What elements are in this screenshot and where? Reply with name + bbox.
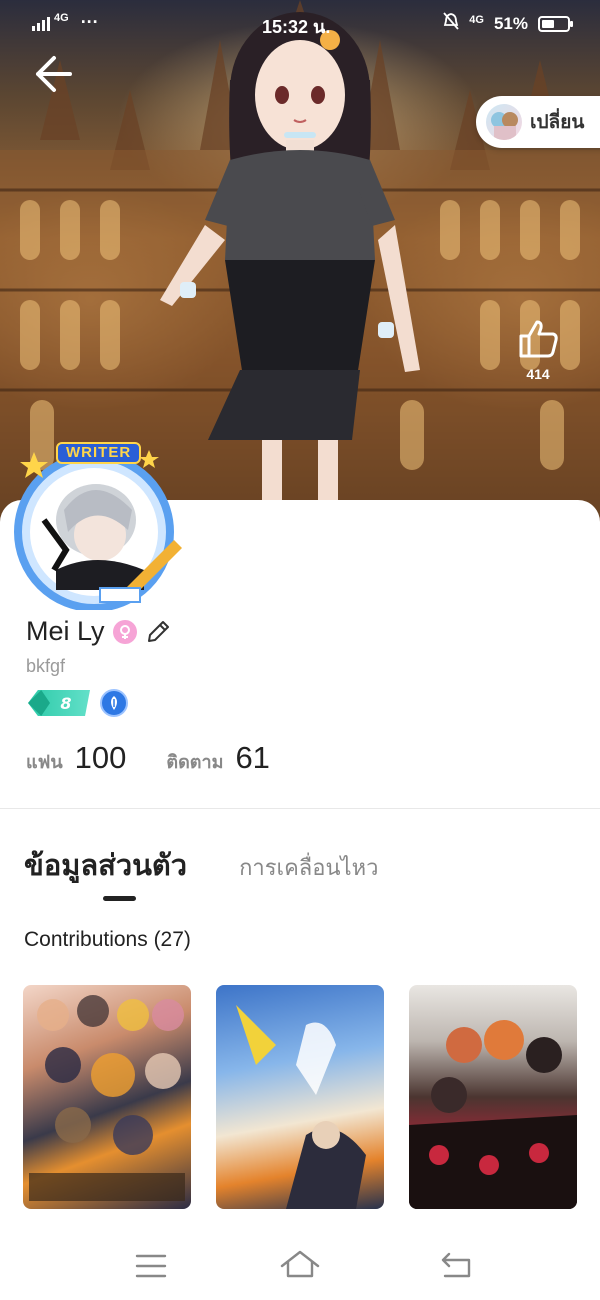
change-button-label: เปลี่ยน: [530, 111, 585, 133]
fans-label: แฟน: [26, 752, 63, 772]
status-bar: 4G ··· 15:32 น. 4G 51%: [0, 0, 600, 44]
home-icon: [280, 1250, 320, 1278]
character-thumbnail: [486, 104, 522, 140]
fans-count[interactable]: 100: [75, 740, 127, 776]
tab-activity[interactable]: การเคลื่อนไหว: [239, 850, 378, 885]
profile-tabs: ข้อมูลส่วนตัว การเคลื่อนไหว: [24, 842, 378, 888]
avatar-frame: [14, 450, 182, 612]
active-tab-indicator: [103, 896, 136, 901]
section-divider: [0, 808, 600, 809]
pencil-icon[interactable]: [145, 619, 171, 645]
return-button[interactable]: [437, 1248, 477, 1284]
home-button[interactable]: [280, 1248, 320, 1284]
contributions-list: [23, 985, 583, 1225]
like-count: 414: [526, 366, 550, 382]
return-icon: [441, 1252, 471, 1278]
more-dots: ···: [80, 12, 99, 32]
profile-name: Mei Ly: [26, 616, 105, 646]
following-label: ติดตาม: [166, 752, 224, 772]
mute-bell-icon: [443, 12, 459, 35]
battery-percent: 51%: [493, 13, 528, 33]
signal-icon: [32, 15, 50, 31]
level-badge[interactable]: 8: [28, 690, 90, 716]
level-value: 8: [60, 693, 72, 713]
badge-row: 8: [28, 689, 128, 717]
like-button[interactable]: 414: [504, 316, 572, 382]
gem-icon: [28, 690, 50, 716]
clock: 15:32 น.: [262, 17, 331, 37]
profile-avatar[interactable]: WRITER: [4, 440, 184, 612]
change-character-button[interactable]: เปลี่ยน: [476, 96, 600, 148]
cover-artwork: [29, 995, 185, 1201]
back-button[interactable]: [32, 52, 76, 96]
writer-badge: WRITER: [56, 442, 142, 464]
following-count[interactable]: 61: [235, 740, 269, 776]
name-row: Mei Ly: [26, 616, 171, 647]
profile-username: bkfgf: [26, 656, 66, 676]
system-nav-bar: [0, 1230, 600, 1300]
thumbs-up-icon: [519, 320, 558, 358]
female-icon: [112, 619, 137, 644]
cover-artwork: [236, 1005, 366, 1209]
quill-badge-icon[interactable]: [100, 689, 128, 717]
contribution-cover[interactable]: [216, 985, 384, 1209]
tab-personal-info[interactable]: ข้อมูลส่วนตัว: [24, 842, 187, 888]
network-type-right: 4G: [469, 13, 484, 26]
menu-button[interactable]: [131, 1248, 171, 1284]
network-type: 4G: [54, 11, 69, 24]
menu-icon: [135, 1254, 167, 1278]
contribution-cover[interactable]: [23, 985, 191, 1209]
cover-artwork: [409, 1020, 577, 1209]
arrow-left-icon: [36, 56, 72, 92]
contributions-title: Contributions (27): [24, 928, 191, 951]
profile-stats: แฟน 100 ติดตาม 61: [26, 740, 310, 776]
battery-icon: [538, 15, 573, 32]
contribution-cover[interactable]: [409, 985, 577, 1209]
